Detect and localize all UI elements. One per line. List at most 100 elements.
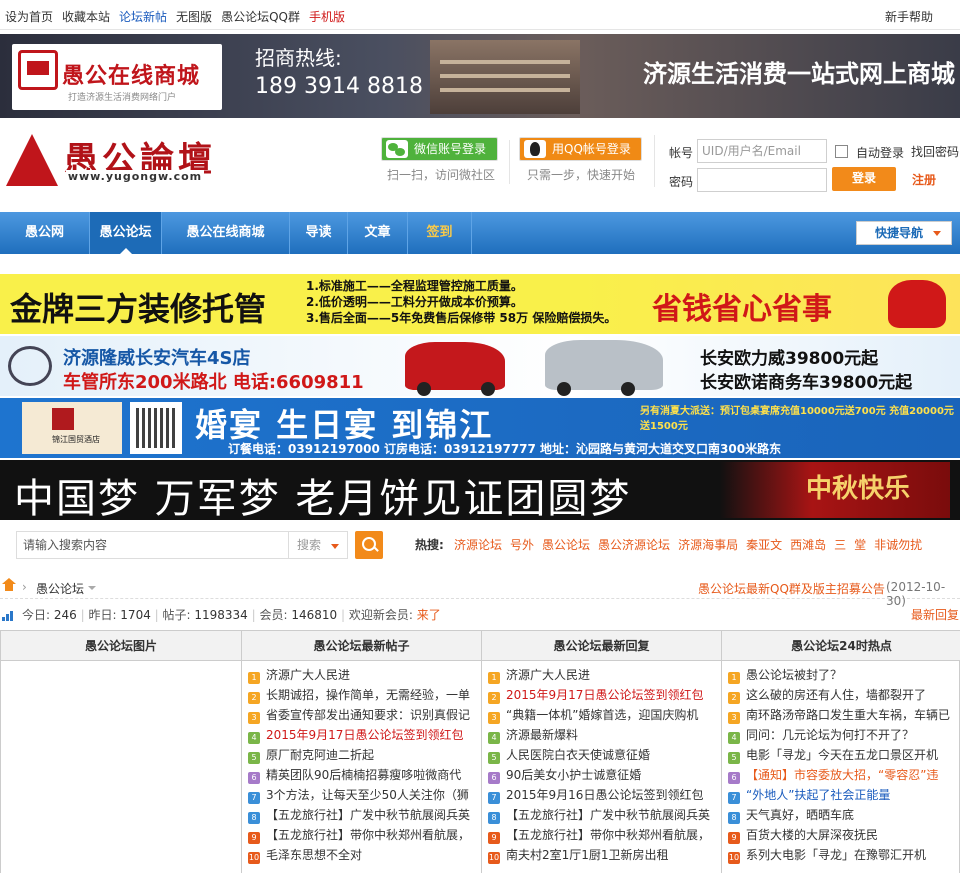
list-item-title[interactable]: 【五龙旅行社】广发中秋节航展阅兵英 xyxy=(266,808,470,822)
hot-search-link[interactable]: 号外 xyxy=(510,536,534,553)
hot-search-link[interactable]: 愚公论坛 xyxy=(542,536,590,553)
hot-search-link[interactable]: 济源论坛 xyxy=(454,536,502,553)
latest-reply-link[interactable]: 最新回复 xyxy=(911,606,959,623)
ad-renovation[interactable]: 金牌三方装修托管 1.标准施工——全程监理管控施工质量。 2.低价透明——工料分… xyxy=(0,274,960,334)
top-link[interactable]: 手机版 xyxy=(309,8,345,25)
list-item-title[interactable]: 2015年9月17日愚公论坛签到领红包 xyxy=(506,688,703,702)
top-link[interactable]: 设为首页 xyxy=(5,8,53,25)
top-link[interactable]: 无图版 xyxy=(176,8,212,25)
list-item-title[interactable]: 济源广大人民进 xyxy=(266,668,350,682)
list-item[interactable]: 1 济源广大人民进 xyxy=(248,665,470,685)
nav-item-signin[interactable]: 签到 xyxy=(408,212,472,254)
list-item-title[interactable]: 济源最新爆料 xyxy=(506,728,578,742)
list-item[interactable]: 1 济源广大人民进 xyxy=(488,665,710,685)
list-item[interactable]: 9 【五龙旅行社】带你中秋郑州看航展， xyxy=(488,825,710,845)
list-item-title[interactable]: 长期诚招，操作简单，无需经验，一单 xyxy=(266,688,470,702)
chevron-down-icon[interactable] xyxy=(88,586,96,590)
forgot-password-link[interactable]: 找回密码 xyxy=(911,143,959,160)
list-item-title[interactable]: 南夫村2室1厅1厨1卫新房出租 xyxy=(506,848,669,862)
list-item-title[interactable]: 电影「寻龙」今天在五龙口景区开机 xyxy=(746,748,938,762)
ad-mooncake[interactable]: 中国梦 万军梦 老月饼见证团圆梦 中秋快乐 xyxy=(0,460,960,520)
list-item-title[interactable]: 这么破的房还有人住，墙都裂开了 xyxy=(746,688,926,702)
list-item-title[interactable]: 【五龙旅行社】带你中秋郑州看航展， xyxy=(506,828,710,842)
nav-item-guide[interactable]: 导读 xyxy=(290,212,348,254)
auto-login-label[interactable]: 自动登录 xyxy=(856,144,904,161)
list-item[interactable]: 4 济源最新爆料 xyxy=(488,725,710,745)
register-link[interactable]: 注册 xyxy=(912,171,936,188)
list-item-title[interactable]: 【五龙旅行社】广发中秋节航展阅兵英 xyxy=(506,808,710,822)
hot-search-link[interactable]: 三 xyxy=(834,536,846,553)
list-item-title[interactable]: “外地人”扶起了社会正能量 xyxy=(746,788,890,802)
list-item[interactable]: 8 【五龙旅行社】广发中秋节航展阅兵英 xyxy=(248,805,470,825)
hot-search-link[interactable]: 非诚勿扰 xyxy=(874,536,922,553)
list-item-title[interactable]: 2015年9月17日愚公论坛签到领红包 xyxy=(266,728,463,742)
stats-new-member[interactable]: 来了 xyxy=(417,608,441,622)
list-item-title[interactable]: 精英团队90后楠楠招募瘦哆啦微商代 xyxy=(266,768,461,782)
list-item[interactable]: 6 90后美女小护士诚意征婚 xyxy=(488,765,710,785)
list-item-title[interactable]: 毛泽东思想不全对 xyxy=(266,848,362,862)
list-item-title[interactable]: 3个方法，让每天至少50人关注你（狮 xyxy=(266,788,469,802)
nav-item-yugongwang[interactable]: 愚公网 xyxy=(0,212,90,254)
ad-changan[interactable]: 济源隆威长安汽车4S店 车管所东200米路北 电话:6609811 长安欧力威3… xyxy=(0,336,960,396)
top-link[interactable]: 收藏本站 xyxy=(62,8,110,25)
announcement-link[interactable]: 愚公论坛最新QQ群及版主招募公告 xyxy=(698,580,885,597)
list-item-title[interactable]: 省委宣传部发出通知要求：识别真假记 xyxy=(266,708,470,722)
list-item[interactable]: 4 2015年9月17日愚公论坛签到领红包 xyxy=(248,725,470,745)
wechat-login-button[interactable]: 微信账号登录 xyxy=(381,137,498,161)
list-item[interactable]: 9 百货大楼的大屏深夜抚民 xyxy=(728,825,950,845)
list-item-title[interactable]: 济源广大人民进 xyxy=(506,668,590,682)
quick-nav-dropdown[interactable]: 快捷导航 xyxy=(856,221,952,245)
nav-item-shop[interactable]: 愚公在线商城 xyxy=(162,212,290,254)
search-input[interactable]: 请输入搜索内容 xyxy=(16,531,288,559)
list-item[interactable]: 10 系列大电影「寻龙」在豫鄂汇开机 xyxy=(728,845,950,865)
password-input[interactable] xyxy=(697,168,827,192)
hot-search-link[interactable]: 西滩岛 xyxy=(790,536,826,553)
list-item[interactable]: 2 长期诚招，操作简单，无需经验，一单 xyxy=(248,685,470,705)
list-item[interactable]: 1 愚公论坛被封了？ xyxy=(728,665,950,685)
nav-item-forum[interactable]: 愚公论坛 xyxy=(90,212,162,254)
list-item[interactable]: 10 南夫村2室1厅1厨1卫新房出租 xyxy=(488,845,710,865)
list-item[interactable]: 3 省委宣传部发出通知要求：识别真假记 xyxy=(248,705,470,725)
list-item[interactable]: 7 2015年9月16日愚公论坛签到领红包 xyxy=(488,785,710,805)
list-item[interactable]: 5 电影「寻龙」今天在五龙口景区开机 xyxy=(728,745,950,765)
shop-banner[interactable]: 愚公在线商城 打造济源生活消费网络门户 招商热线: 189 3914 8818 … xyxy=(0,34,960,118)
home-icon[interactable] xyxy=(2,578,16,591)
list-item[interactable]: 10 毛泽东思想不全对 xyxy=(248,845,470,865)
list-item[interactable]: 7 3个方法，让每天至少50人关注你（狮 xyxy=(248,785,470,805)
hot-search-link[interactable]: 堂 xyxy=(854,536,866,553)
list-item-title[interactable]: 系列大电影「寻龙」在豫鄂汇开机 xyxy=(746,848,926,862)
list-item[interactable]: 6 【通知】市容委放大招，“零容忍”违 xyxy=(728,765,950,785)
search-type-select[interactable]: 搜索 xyxy=(288,531,348,559)
list-item-title[interactable]: 2015年9月16日愚公论坛签到领红包 xyxy=(506,788,703,802)
hot-search-link[interactable]: 愚公济源论坛 xyxy=(598,536,670,553)
list-item[interactable]: 2 这么破的房还有人住，墙都裂开了 xyxy=(728,685,950,705)
top-link[interactable]: 论坛新帖 xyxy=(119,8,167,25)
account-input[interactable]: UID/用户名/Email xyxy=(697,139,827,163)
list-item-title[interactable]: 【五龙旅行社】带你中秋郑州看航展， xyxy=(266,828,470,842)
qq-login-button[interactable]: 用QQ帐号登录 xyxy=(519,137,642,161)
logo-mark-icon[interactable] xyxy=(0,128,60,192)
list-item[interactable]: 8 天气真好，晒晒车底 xyxy=(728,805,950,825)
hot-search-link[interactable]: 济源海事局 xyxy=(678,536,738,553)
list-item[interactable]: 3 “典籍一体机”婚嫁首选，迎国庆购机 xyxy=(488,705,710,725)
login-button[interactable]: 登录 xyxy=(832,167,896,191)
list-item-title[interactable]: 南环路汤帝路口发生重大车祸，车辆已 xyxy=(746,708,950,722)
breadcrumb-forum[interactable]: 愚公论坛 xyxy=(36,580,84,597)
hot-search-link[interactable]: 秦亚文 xyxy=(746,536,782,553)
ad-jinjiang[interactable]: 锦江国贸酒店 婚宴 生日宴 到锦江 另有消夏大派送：预订包桌宴席充值10000元… xyxy=(0,398,960,458)
help-link[interactable]: 新手帮助 xyxy=(885,8,933,25)
list-item[interactable]: 3 南环路汤帝路口发生重大车祸，车辆已 xyxy=(728,705,950,725)
list-item[interactable]: 5 原厂耐克阿迪二折起 xyxy=(248,745,470,765)
list-item-title[interactable]: 愚公论坛被封了？ xyxy=(746,668,842,682)
list-item-title[interactable]: “典籍一体机”婚嫁首选，迎国庆购机 xyxy=(506,708,698,722)
list-item-title[interactable]: 【通知】市容委放大招，“零容忍”违 xyxy=(746,768,938,782)
list-item[interactable]: 5 人民医院白衣天使诚意征婚 xyxy=(488,745,710,765)
nav-item-articles[interactable]: 文章 xyxy=(348,212,408,254)
auto-login-checkbox[interactable] xyxy=(835,145,848,158)
list-item[interactable]: 4 同问：几元论坛为何打不开了？ xyxy=(728,725,950,745)
list-item[interactable]: 6 精英团队90后楠楠招募瘦哆啦微商代 xyxy=(248,765,470,785)
list-item-title[interactable]: 同问：几元论坛为何打不开了？ xyxy=(746,728,914,742)
list-item[interactable]: 7 “外地人”扶起了社会正能量 xyxy=(728,785,950,805)
top-link[interactable]: 愚公论坛QQ群 xyxy=(221,8,300,25)
search-button[interactable] xyxy=(355,531,383,559)
